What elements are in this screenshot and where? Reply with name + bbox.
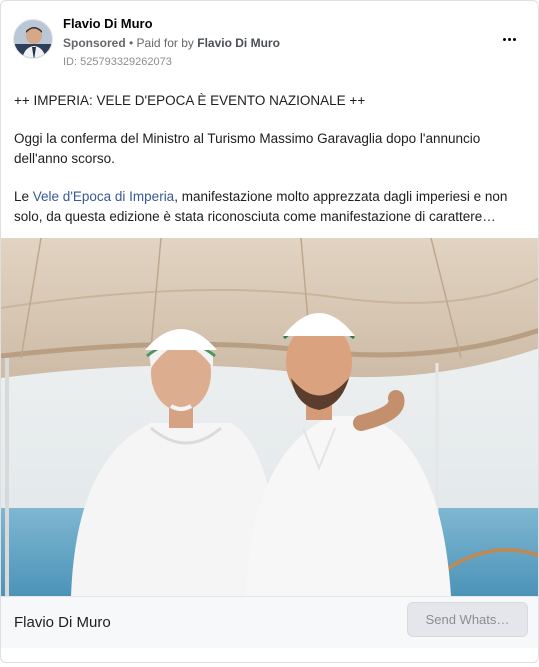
avatar-photo-icon xyxy=(14,20,52,58)
send-whatsapp-button[interactable]: Send Whats… xyxy=(407,602,528,637)
author-name[interactable]: Flavio Di Muro xyxy=(63,16,153,31)
post-body: ++ IMPERIA: VELE D'EPOCA È EVENTO NAZION… xyxy=(14,91,528,245)
ad-card: Flavio Di Muro Sponsored • Paid for by F… xyxy=(0,0,539,663)
post-paragraph-2: Le Vele d'Epoca di Imperia, manifestazio… xyxy=(14,187,528,227)
paid-for-name: Flavio Di Muro xyxy=(197,36,280,50)
more-options-icon[interactable] xyxy=(498,31,520,47)
post-header: Flavio Di Muro Sponsored • Paid for by F… xyxy=(13,13,526,71)
paragraph-2-prefix: Le xyxy=(14,189,33,204)
meta-separator: • xyxy=(125,36,137,50)
ad-id: ID: 525793329262073 xyxy=(63,56,172,68)
author-avatar[interactable] xyxy=(13,19,53,59)
post-image[interactable] xyxy=(1,238,538,596)
post-paragraph-1: Oggi la conferma del Ministro al Turismo… xyxy=(14,131,481,166)
footer-page-name[interactable]: Flavio Di Muro xyxy=(14,614,111,631)
sponsored-label: Sponsored xyxy=(63,36,126,50)
ad-footer: Flavio Di Muro Send Whats… xyxy=(1,596,538,648)
paid-for-prefix: Paid for by xyxy=(136,36,198,50)
sponsored-line: Sponsored • Paid for by Flavio Di Muro xyxy=(63,36,280,50)
vele-epoca-link[interactable]: Vele d'Epoca di Imperia xyxy=(33,189,174,204)
post-headline: ++ IMPERIA: VELE D'EPOCA È EVENTO NAZION… xyxy=(14,93,366,108)
boat-photo-image xyxy=(1,238,538,596)
